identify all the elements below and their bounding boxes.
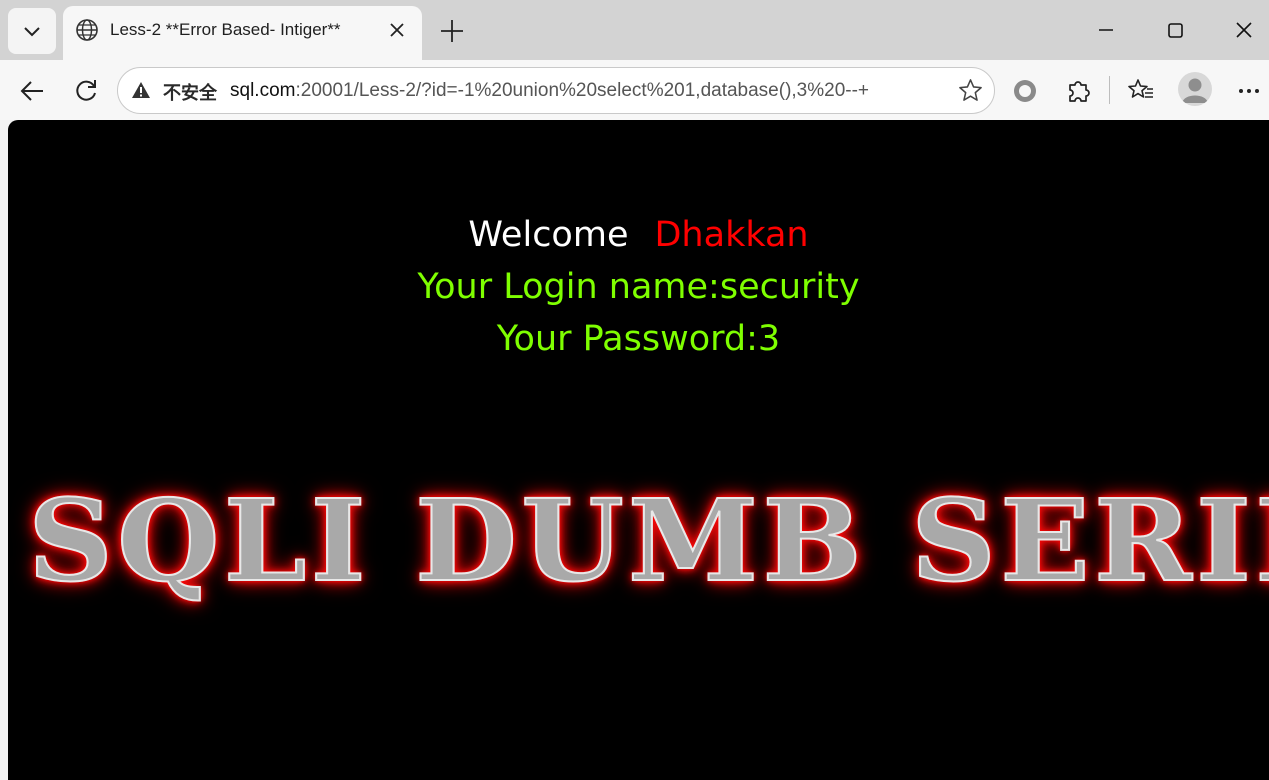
minimize-icon[interactable]	[1091, 15, 1121, 45]
page-viewport: Welcome Dhakkan Your Login name:security …	[8, 120, 1269, 780]
sqli-dumb-series-banner: SQLI DUMB SERIES	[27, 475, 1269, 608]
globe-icon	[76, 19, 98, 41]
welcome-text: Welcome	[468, 215, 629, 255]
password-line: Your Password:3	[496, 319, 781, 359]
active-tab[interactable]: Less-2 **Error Based- Intiger**	[63, 6, 422, 60]
window-close-icon[interactable]	[1229, 15, 1259, 45]
url-host: sql.com	[230, 80, 296, 101]
favorites-icon[interactable]	[1126, 76, 1156, 106]
security-label[interactable]: 不安全	[163, 79, 217, 105]
close-icon[interactable]	[386, 19, 408, 41]
tab-title: Less-2 **Error Based- Intiger**	[110, 20, 341, 39]
login-name-line: Your Login name:security	[417, 267, 860, 307]
tab-strip: Less-2 **Error Based- Intiger**	[0, 0, 1269, 60]
browser-window: Less-2 **Error Based- Intiger** 不安全 sql.…	[0, 0, 1269, 780]
warning-icon[interactable]	[131, 80, 151, 100]
tab-list-button[interactable]	[8, 8, 56, 54]
puzzle-icon[interactable]	[1064, 76, 1094, 106]
plus-icon[interactable]	[438, 17, 466, 45]
star-icon[interactable]	[957, 77, 984, 104]
user-name: Dhakkan	[654, 215, 809, 255]
address-bar[interactable]: 不安全 sql.com:20001/Less-2/?id=-1%20union%…	[117, 67, 995, 114]
profile-icon	[1182, 78, 1208, 103]
chevron-down-icon	[24, 27, 40, 37]
toolbar-divider	[1109, 76, 1110, 104]
circle-extension-icon[interactable]	[1010, 76, 1040, 106]
reload-icon[interactable]	[71, 76, 101, 106]
profile-avatar[interactable]	[1178, 72, 1212, 106]
back-arrow-icon[interactable]	[17, 76, 47, 106]
welcome-line: Welcome Dhakkan	[8, 215, 1269, 255]
url-text[interactable]: sql.com:20001/Less-2/?id=-1%20union%20se…	[230, 80, 869, 102]
maximize-icon[interactable]	[1160, 15, 1190, 45]
more-icon[interactable]	[1234, 76, 1264, 106]
url-path: :20001/Less-2/?id=-1%20union%20select%20…	[295, 80, 870, 101]
browser-toolbar: 不安全 sql.com:20001/Less-2/?id=-1%20union%…	[0, 60, 1269, 120]
